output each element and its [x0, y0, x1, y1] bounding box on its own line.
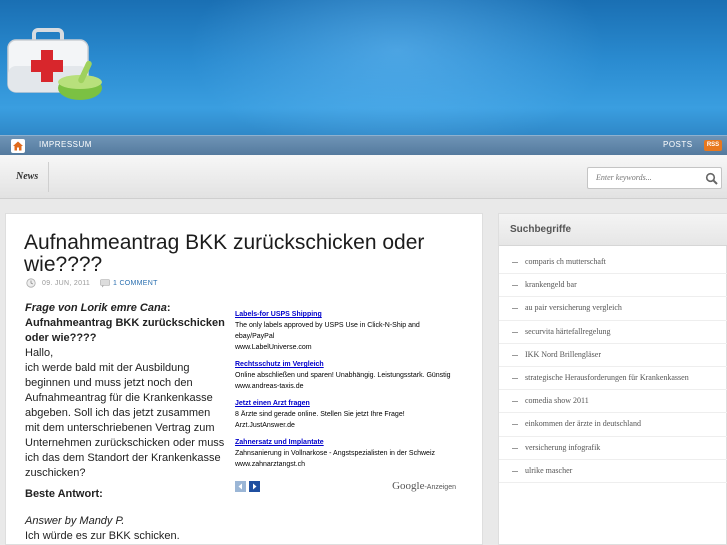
search-term-label: versicherung infografik — [525, 442, 601, 452]
sidebar: Suchbegriffe comparis ch mutterschaft kr… — [498, 213, 727, 545]
ad-url[interactable]: Arzt.JustAnswer.de — [235, 420, 460, 431]
ad-text: 8 Ärzte sind gerade online. Stellen Sie … — [235, 411, 405, 418]
search-term-link[interactable]: ulrike mascher — [499, 460, 727, 483]
nav-impressum-link[interactable]: IMPRESSUM — [39, 140, 92, 149]
bullet-dash — [512, 447, 518, 449]
bullet-dash — [512, 470, 518, 472]
greeting: Hallo, — [25, 347, 54, 359]
search-term-link[interactable]: comedia show 2011 — [499, 390, 727, 414]
rss-feed-icon[interactable]: RSS — [704, 140, 722, 151]
bullet-dash — [512, 331, 518, 333]
divider — [48, 162, 49, 192]
main-nav: IMPRESSUM POSTS RSS — [0, 135, 727, 155]
question-text: ich werde bald mit der Ausbildung beginn… — [25, 362, 225, 479]
search-term-link[interactable]: securvita härtefallregelung — [499, 321, 727, 344]
sidebar-header: Suchbegriffe — [499, 214, 727, 246]
search-term-label: einkommen der ärzte in deutschland — [525, 419, 641, 429]
ad-title[interactable]: Rechtsschutz im Vergleich — [235, 359, 460, 370]
first-aid-kit-icon[interactable] — [6, 24, 102, 102]
post-date: 09. JUN, 2011 — [42, 280, 91, 287]
post-panel: Aufnahmeantrag BKK zurückschicken oder w… — [5, 213, 483, 545]
search-icon[interactable] — [705, 172, 718, 185]
search-term-label: securvita härtefallregelung — [525, 326, 611, 336]
search-term-link[interactable]: comparis ch mutterschaft — [499, 251, 727, 275]
clock-icon — [26, 278, 36, 288]
best-answer-heading: Beste Antwort: — [25, 488, 103, 500]
nav-posts-link[interactable]: POSTS — [663, 140, 693, 149]
ad-item: Zahnersatz und Implantate Zahnsanierung … — [235, 437, 460, 470]
bullet-dash — [512, 262, 518, 263]
ad-text: The only labels approved by USPS Use in … — [235, 322, 420, 340]
search-box — [587, 167, 722, 189]
ad-url[interactable]: www.LabelUniverse.com — [235, 342, 460, 353]
search-input[interactable] — [596, 173, 701, 182]
ad-item: Labels-for USPS Shipping The only labels… — [235, 309, 460, 353]
ad-title[interactable]: Labels-for USPS Shipping — [235, 309, 460, 320]
search-terms-list: comparis ch mutterschaft krankengeld bar… — [499, 251, 727, 483]
answer-author: Answer by Mandy P. — [25, 515, 125, 527]
search-term-link[interactable]: IKK Nord Brillengläser — [499, 344, 727, 367]
search-term-link[interactable]: einkommen der ärzte in deutschland — [499, 413, 727, 437]
search-term-link[interactable]: krankengeld bar — [499, 274, 727, 298]
speech-bubble-icon — [100, 279, 110, 288]
ads-prev-arrow-icon[interactable] — [235, 481, 246, 492]
search-term-label: au pair versicherung vergleich — [525, 303, 622, 313]
question-from: Frage von Lorik emre Cana — [25, 302, 167, 314]
ad-item: Rechtsschutz im Vergleich Online abschli… — [235, 359, 460, 392]
ads-next-arrow-icon[interactable] — [249, 481, 260, 492]
google-wordmark: Google — [392, 480, 425, 492]
ad-text: Zahnsanierung in Vollnarkose - Angstspez… — [235, 450, 436, 457]
search-term-label: comedia show 2011 — [525, 396, 589, 406]
ad-url[interactable]: www.andreas-taxis.de — [235, 381, 460, 392]
search-term-label: strategische Herausforderungen für Krank… — [525, 372, 689, 382]
bullet-dash — [512, 401, 518, 403]
search-term-link[interactable]: versicherung infografik — [499, 437, 727, 460]
bullet-dash — [512, 285, 518, 287]
site-header — [0, 0, 727, 135]
question-colon: : — [166, 302, 171, 314]
search-term-link[interactable]: au pair versicherung vergleich — [499, 297, 727, 321]
search-term-link[interactable]: strategische Herausforderungen für Krank… — [499, 367, 727, 391]
ad-url[interactable]: www.zahnarztangst.ch — [235, 459, 460, 470]
bullet-dash — [512, 377, 518, 379]
ad-text: Online abschließen und sparen! Unabhängi… — [235, 372, 451, 379]
bullet-dash — [512, 308, 518, 310]
ads-navigation: Google-Anzeigen — [235, 481, 460, 495]
anzeigen-label: -Anzeigen — [424, 484, 456, 491]
post-body: Frage von Lorik emre Cana: Aufnahmeantra… — [25, 301, 225, 544]
bullet-dash — [512, 354, 518, 356]
search-term-label: IKK Nord Brillengläser — [525, 349, 601, 359]
ad-title[interactable]: Jetzt einen Arzt fragen — [235, 398, 460, 409]
sidebar-title: Suchbegriffe — [510, 224, 572, 235]
search-term-label: krankengeld bar — [525, 280, 577, 290]
search-term-label: ulrike mascher — [525, 465, 573, 475]
header-glow — [187, 0, 607, 135]
home-icon[interactable] — [11, 139, 25, 153]
answer-text: Ich würde es zur BKK schicken. — [25, 530, 180, 542]
news-label[interactable]: News — [16, 171, 38, 182]
comments-link[interactable]: 1 COMMENT — [113, 280, 158, 287]
post-title[interactable]: Aufnahmeantrag BKK zurückschicken oder w… — [24, 232, 464, 276]
question-title: Aufnahmeantrag BKK zurückschicken oder w… — [25, 317, 225, 344]
search-term-label: comparis ch mutterschaft — [525, 257, 606, 266]
google-ads-block: Labels-for USPS Shipping The only labels… — [235, 309, 460, 499]
ad-item: Jetzt einen Arzt fragen 8 Ärzte sind ger… — [235, 398, 460, 431]
ad-title[interactable]: Zahnersatz und Implantate — [235, 437, 460, 448]
bullet-dash — [512, 424, 518, 426]
google-ads-label[interactable]: Google-Anzeigen — [392, 481, 456, 493]
